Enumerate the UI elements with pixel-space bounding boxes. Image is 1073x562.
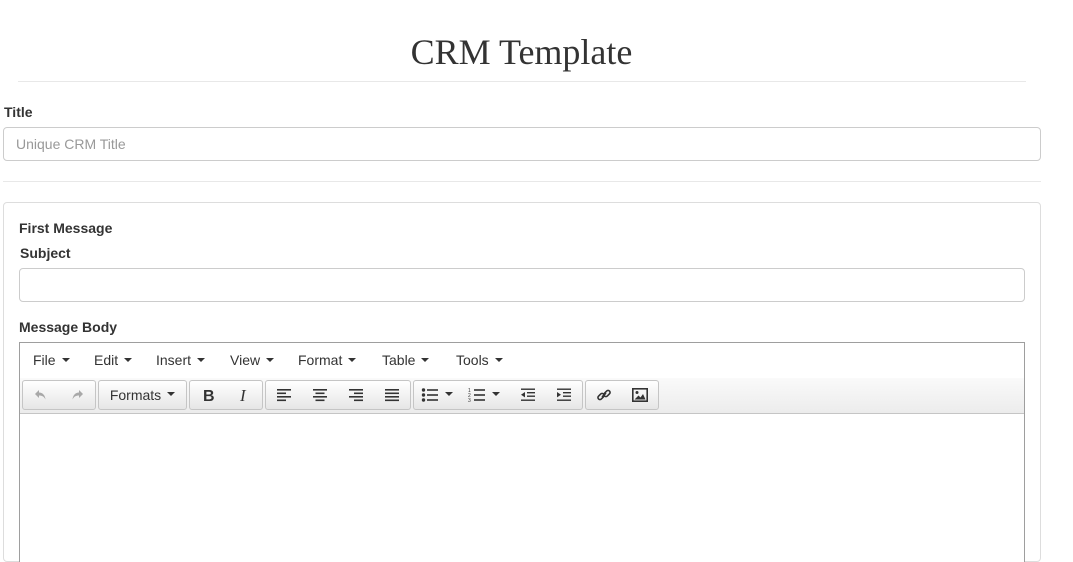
- bullet-list-button[interactable]: [414, 381, 460, 409]
- numbered-list-icon: 123: [468, 387, 486, 403]
- align-center-button[interactable]: [302, 381, 338, 409]
- chevron-down-icon: [494, 358, 503, 363]
- chevron-down-icon: [167, 392, 176, 396]
- italic-icon: I: [236, 387, 252, 403]
- insert-group: [585, 380, 659, 410]
- history-group: [22, 380, 96, 410]
- title-divider: [18, 81, 1026, 82]
- bold-icon: B: [200, 387, 216, 403]
- chevron-down-icon: [421, 358, 430, 363]
- formats-dropdown[interactable]: Formats: [99, 381, 186, 409]
- section-divider: [3, 181, 1041, 182]
- align-justify-button[interactable]: [374, 381, 410, 409]
- align-center-icon: [312, 387, 328, 403]
- editor-content-area[interactable]: [20, 414, 1024, 562]
- menu-format-label: Format: [298, 352, 343, 368]
- menu-format[interactable]: Format: [298, 352, 357, 368]
- svg-text:B: B: [203, 388, 215, 403]
- image-button[interactable]: [622, 381, 658, 409]
- menu-file-label: File: [33, 352, 56, 368]
- text-style-group: B I: [189, 380, 263, 410]
- undo-button[interactable]: [23, 381, 59, 409]
- undo-icon: [33, 387, 49, 403]
- message-body-label: Message Body: [19, 319, 118, 335]
- link-button[interactable]: [586, 381, 622, 409]
- align-right-icon: [348, 387, 364, 403]
- title-label: Title: [4, 104, 33, 120]
- menu-insert[interactable]: Insert: [156, 352, 206, 368]
- svg-text:3: 3: [468, 398, 471, 403]
- menu-tools[interactable]: Tools: [456, 352, 503, 368]
- formats-group: Formats: [98, 380, 187, 410]
- menu-table-label: Table: [382, 352, 416, 368]
- title-input[interactable]: [3, 127, 1041, 161]
- chevron-down-icon: [124, 358, 133, 363]
- chevron-down-icon: [266, 358, 275, 363]
- chevron-down-icon: [445, 392, 453, 396]
- redo-button[interactable]: [59, 381, 95, 409]
- menu-view-label: View: [230, 352, 261, 368]
- menu-edit[interactable]: Edit: [94, 352, 133, 368]
- image-icon: [632, 388, 648, 402]
- outdent-button[interactable]: [510, 381, 546, 409]
- align-left-icon: [276, 387, 292, 403]
- subject-input[interactable]: [19, 268, 1025, 302]
- align-justify-icon: [384, 387, 400, 403]
- formats-label: Formats: [109, 387, 162, 403]
- chevron-down-icon: [61, 358, 70, 363]
- italic-button[interactable]: I: [226, 381, 262, 409]
- menu-view[interactable]: View: [230, 352, 275, 368]
- subject-label: Subject: [20, 245, 71, 261]
- redo-icon: [69, 387, 85, 403]
- align-left-button[interactable]: [266, 381, 302, 409]
- menu-insert-label: Insert: [156, 352, 192, 368]
- align-right-button[interactable]: [338, 381, 374, 409]
- bold-button[interactable]: B: [190, 381, 226, 409]
- bullet-list-icon: [421, 387, 439, 403]
- menu-file[interactable]: File: [33, 352, 70, 368]
- chevron-down-icon: [492, 392, 500, 396]
- indent-icon: [556, 387, 572, 403]
- numbered-list-button[interactable]: 123: [460, 381, 508, 409]
- chevron-down-icon: [348, 358, 357, 363]
- menu-edit-label: Edit: [94, 352, 119, 368]
- menu-table[interactable]: Table: [382, 352, 430, 368]
- menu-tools-label: Tools: [456, 352, 489, 368]
- svg-text:I: I: [239, 387, 247, 403]
- chevron-down-icon: [197, 358, 206, 363]
- outdent-icon: [520, 387, 536, 403]
- editor-menubar: File Edit Insert View Format Table Tools: [20, 343, 1024, 379]
- indent-button[interactable]: [546, 381, 582, 409]
- first-message-heading: First Message: [19, 220, 113, 236]
- list-group: 123: [413, 380, 583, 410]
- page-title: CRM Template: [410, 32, 633, 72]
- link-icon: [596, 387, 612, 403]
- editor-toolbar: Formats B I 1 2 3: [20, 378, 1024, 414]
- alignment-group: [265, 380, 411, 410]
- message-body-editor: File Edit Insert View Format Table Tools: [19, 342, 1025, 562]
